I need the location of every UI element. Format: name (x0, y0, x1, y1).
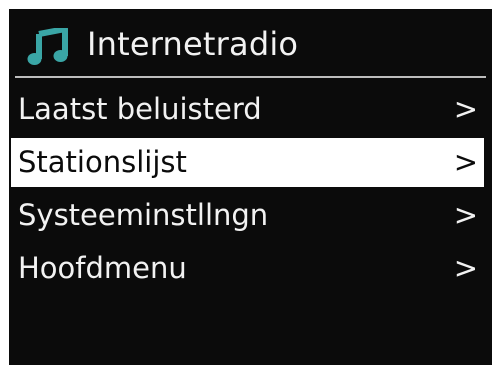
menu-item-laatst-beluisterd[interactable]: Laatst beluisterd > (9, 85, 492, 134)
music-note-icon (27, 28, 68, 65)
menu-item-systeeminstellingen[interactable]: Systeeminstllngn > (9, 191, 492, 240)
menu-list: Laatst beluisterd > Stationslijst > Syst… (9, 85, 492, 297)
chevron-right-icon: > (453, 198, 478, 232)
menu-item-label: Systeeminstllngn (18, 198, 269, 232)
header: Internetradio (9, 9, 492, 78)
menu-item-label: Hoofdmenu (18, 251, 187, 285)
menu-item-label: Laatst beluisterd (18, 92, 262, 126)
menu-item-hoofdmenu[interactable]: Hoofdmenu > (9, 244, 492, 293)
menu-item-label: Stationslijst (18, 145, 187, 179)
radio-display: Internetradio Laatst beluisterd > Statio… (9, 9, 492, 365)
menu-item-stationslijst[interactable]: Stationslijst > (11, 138, 484, 187)
chevron-right-icon: > (453, 145, 478, 179)
chevron-right-icon: > (453, 251, 478, 285)
header-divider (15, 76, 486, 78)
chevron-right-icon: > (453, 92, 478, 126)
screen-title: Internetradio (87, 25, 299, 63)
